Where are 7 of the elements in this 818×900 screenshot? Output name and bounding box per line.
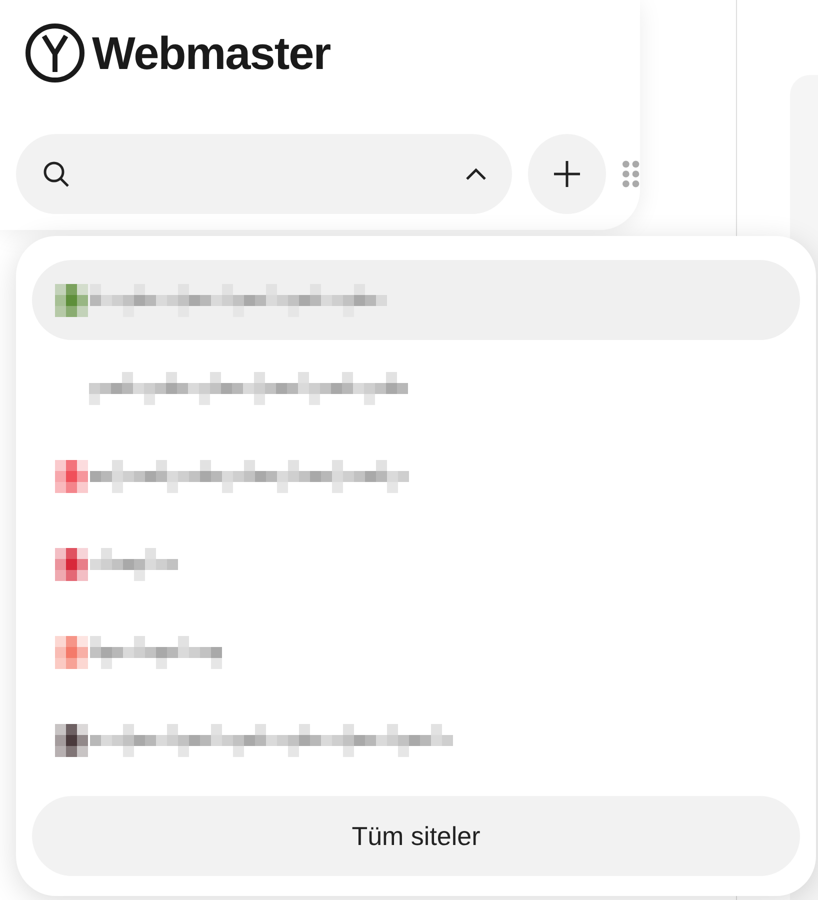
grid-dots-icon[interactable] bbox=[622, 160, 640, 188]
chevron-up-icon[interactable] bbox=[466, 168, 486, 180]
plus-icon bbox=[554, 161, 580, 187]
search-icon bbox=[42, 160, 70, 188]
brand-name: Webmaster bbox=[92, 26, 330, 80]
all-sites-button[interactable]: Tüm siteler bbox=[32, 796, 800, 876]
logo-icon bbox=[24, 22, 86, 84]
